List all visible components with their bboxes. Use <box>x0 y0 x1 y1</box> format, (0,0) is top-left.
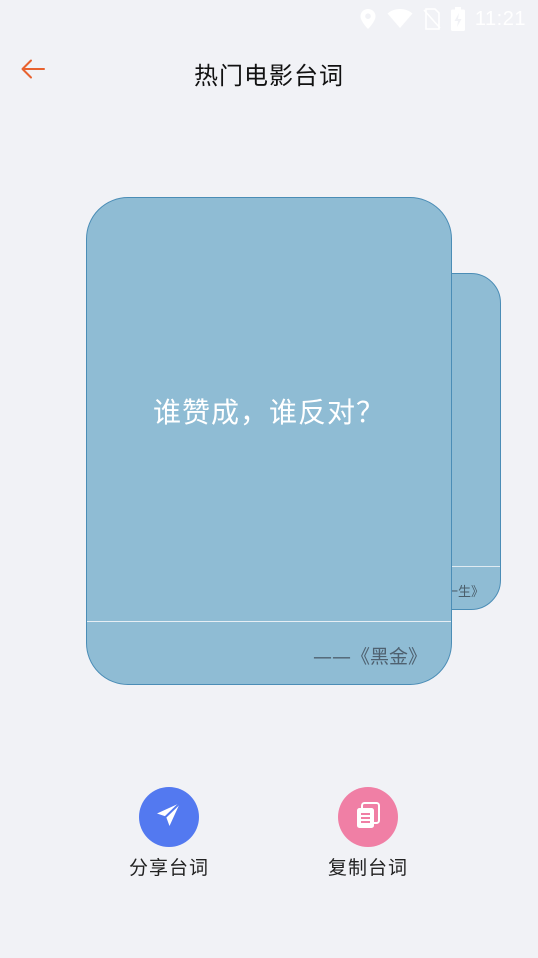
battery-charging-icon <box>450 7 465 31</box>
share-circle <box>139 787 199 847</box>
copy-icon <box>353 800 383 834</box>
page-title: 热门电影台词 <box>194 62 344 90</box>
status-icons: 11:21 <box>359 6 526 32</box>
quote-card[interactable]: 谁赞成，谁反对？ ——《黑金》 <box>86 197 452 685</box>
card-source: ——《黑金》 <box>312 646 427 668</box>
copy-label: 复制台词 <box>327 857 408 879</box>
copy-quote-button[interactable]: 复制台词 <box>298 787 438 880</box>
copy-circle <box>338 787 398 847</box>
share-label: 分享台词 <box>128 857 209 879</box>
status-time: 11:21 <box>474 7 526 30</box>
app-bar: 热门电影台词 <box>0 44 538 98</box>
card-quote: 谁赞成，谁反对？ <box>152 396 385 429</box>
card-divider <box>87 621 451 622</box>
share-quote-button[interactable]: 分享台词 <box>99 787 239 880</box>
no-sim-icon <box>423 8 441 30</box>
wifi-icon <box>387 9 413 29</box>
location-icon <box>359 8 377 30</box>
paper-plane-icon <box>154 800 184 834</box>
status-bar: 11:21 <box>0 0 538 38</box>
